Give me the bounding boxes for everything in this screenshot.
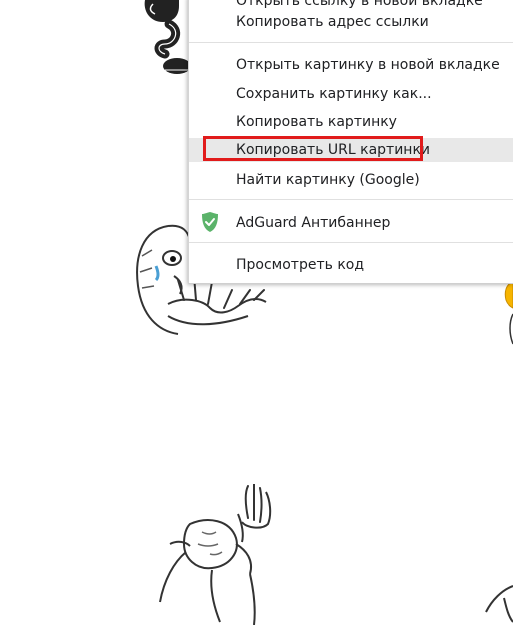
menu-separator	[189, 199, 513, 200]
sticker-emoji-edge-image[interactable]	[500, 278, 513, 348]
menu-item-copy-link-address[interactable]: Копировать адрес ссылки	[189, 10, 513, 34]
highlight-annotation-box	[203, 136, 423, 161]
menu-item-adguard[interactable]: AdGuard Антибаннер	[189, 211, 513, 235]
menu-item-inspect[interactable]: Просмотреть код	[189, 253, 513, 277]
webpage-canvas: Открыть ссылку в новой вкладке Копироват…	[0, 0, 513, 625]
menu-separator	[189, 42, 513, 43]
menu-item-search-image-google[interactable]: Найти картинку (Google)	[189, 168, 513, 192]
menu-separator	[189, 242, 513, 243]
adguard-shield-icon	[202, 212, 218, 232]
menu-item-open-image-new-tab[interactable]: Открыть картинку в новой вкладке	[189, 53, 513, 77]
menu-item-save-image-as[interactable]: Сохранить картинку как...	[189, 82, 513, 106]
sticker-cat-image[interactable]	[135, 0, 195, 80]
sticker-corner-image[interactable]	[484, 576, 513, 625]
menu-item-copy-image[interactable]: Копировать картинку	[189, 110, 513, 134]
sticker-stop-hand-image[interactable]	[150, 484, 280, 625]
